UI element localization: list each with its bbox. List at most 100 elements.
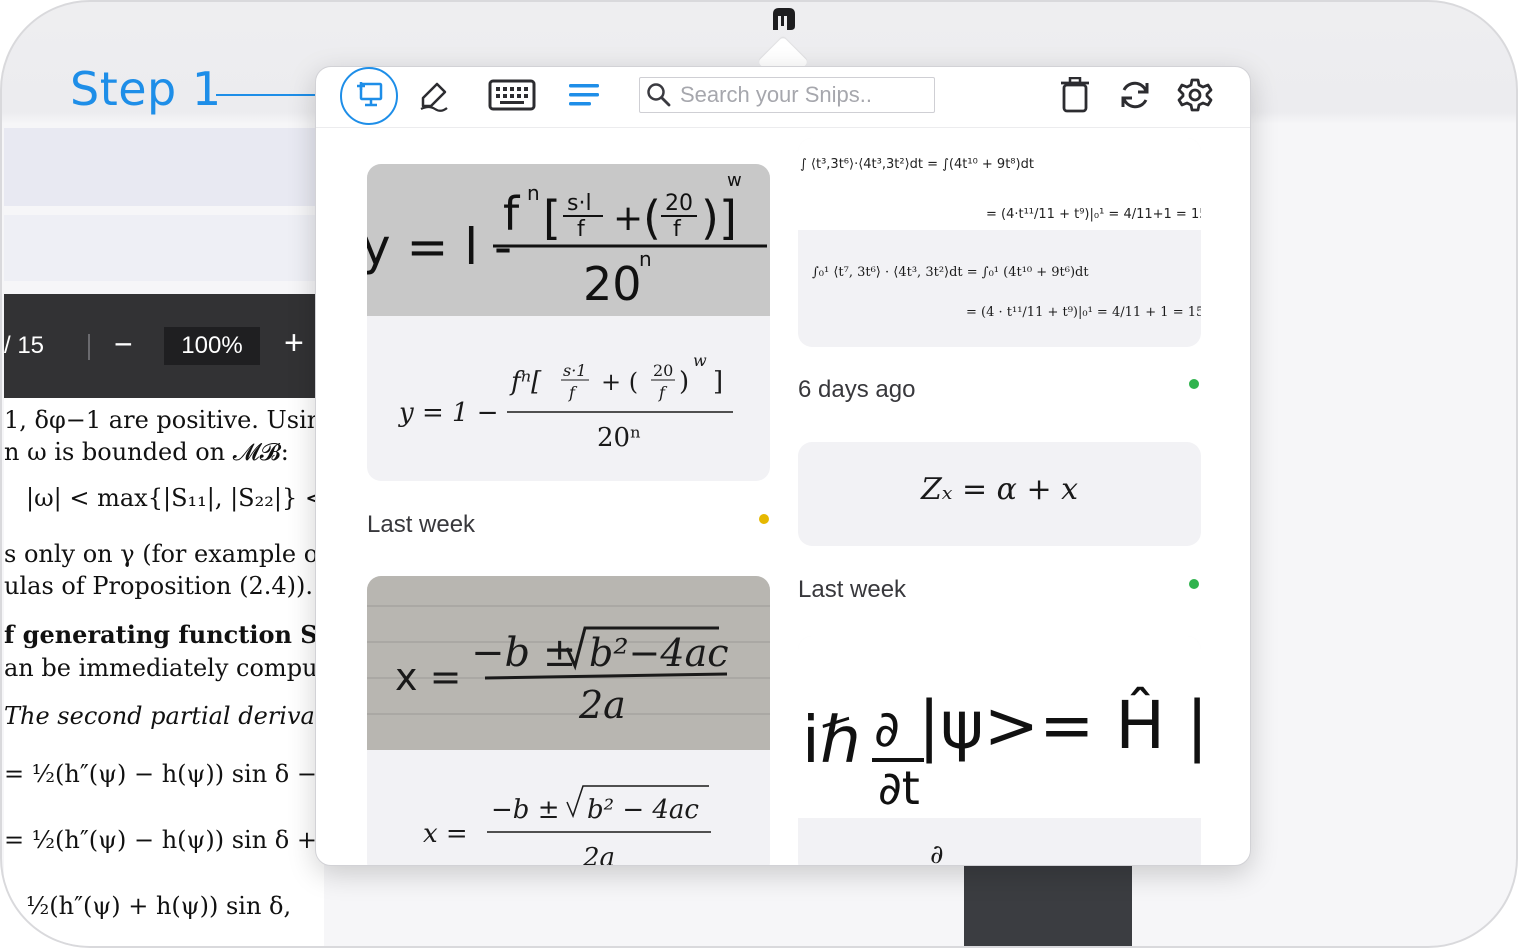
doc-equation-line: = ½(h″(ψ) − h(ψ)) sin δ + (4, 826, 317, 854)
keyboard-input-button[interactable] (486, 75, 538, 119)
svg-text:x =: x = (395, 655, 461, 699)
svg-text:s·l: s·l (567, 191, 592, 216)
svg-text:−b ±: −b ± (491, 795, 559, 825)
document-mode-button[interactable] (562, 75, 606, 119)
svg-text:20ⁿ: 20ⁿ (597, 423, 641, 453)
doc-text-line: an be immediately comput (4, 654, 328, 682)
svg-text:−b ±: −b ± (471, 630, 576, 676)
snip-card[interactable]: Zₓ = α + x (798, 442, 1201, 546)
keyboard-icon (488, 78, 536, 117)
background-window-block (964, 862, 1132, 946)
svg-text:fⁿ[: fⁿ[ (509, 367, 542, 397)
svg-text:f: f (503, 187, 521, 241)
settings-button[interactable] (1173, 75, 1217, 119)
pdf-toolbar: / 15 − 100% + (4, 294, 324, 398)
svg-text:iℏ: iℏ (802, 704, 860, 778)
doc-equation-line: ½(h″(ψ) + h(ψ)) sin δ, (26, 892, 292, 920)
mathpix-logo-icon[interactable] (766, 4, 802, 40)
svg-text:w: w (693, 351, 707, 370)
popover-toolbar (316, 67, 1250, 128)
snip-timestamp: Last week (798, 576, 907, 603)
svg-text:w: w (727, 170, 742, 191)
svg-text:20: 20 (583, 257, 642, 311)
snips-feed[interactable]: y = l - f n [ s·l f + ( 20 f )] w 20 n y… (316, 128, 1250, 866)
delete-button[interactable] (1053, 75, 1097, 119)
svg-text:+: + (613, 198, 643, 239)
settings-gear-icon (1177, 77, 1213, 118)
svg-text:= (4·t¹¹/11 + t⁹)|₀¹ = 4/11+1: = (4·t¹¹/11 + t⁹)|₀¹ = 4/11+1 = 15/11 (986, 207, 1201, 222)
svg-text:)]: )] (701, 191, 737, 245)
search-box[interactable] (639, 77, 935, 113)
svg-text:2a: 2a (582, 843, 615, 866)
svg-text:y = 1 −: y = 1 − (398, 398, 499, 428)
handwriting-button[interactable] (412, 75, 456, 119)
doc-subheader-bar (4, 215, 324, 281)
svg-text:∂: ∂ (874, 700, 900, 758)
snip-image-lhs: y = l - (367, 218, 512, 276)
snip-rendered-math: x = −b ± b² − 4ac 2a (367, 750, 770, 866)
snip-card[interactable]: iℏ ∂ ∂t |ψ>= Ĥ |ψ> ∂ (798, 636, 1201, 866)
snip-card[interactable]: y = l - f n [ s·l f + ( 20 f )] w 20 n y… (367, 164, 770, 481)
snip-card[interactable]: ∫ ⟨t³,3t⁶⟩·⟨4t³,3t²⟩dt = ∫(4t¹⁰ + 9t⁸)dt… (798, 138, 1201, 347)
doc-text-line: |ω| < max{|S₁₁|, |S₂₂|} < (26, 484, 325, 512)
svg-text:2a: 2a (578, 683, 626, 727)
snip-rendered-math: Zₓ = α + x (920, 472, 1079, 507)
snip-card[interactable]: x = −b ± b²−4ac 2a x = −b ± b² − 4ac 2a (367, 576, 770, 866)
svg-text:|ψ>= Ĥ |ψ>: |ψ>= Ĥ |ψ> (918, 686, 1201, 764)
refresh-icon (1118, 78, 1152, 117)
svg-text:20: 20 (665, 191, 693, 216)
zoom-in-button[interactable]: + (284, 324, 304, 363)
search-input[interactable] (678, 81, 922, 109)
search-icon (646, 82, 672, 108)
zoom-out-button[interactable]: − (114, 326, 133, 363)
doc-text-line: The second partial derivati (4, 702, 333, 730)
svg-text:]: ] (713, 367, 723, 397)
snip-rendered-math: ∂ (930, 840, 944, 866)
svg-text:x =: x = (423, 819, 468, 849)
refresh-button[interactable] (1113, 75, 1157, 119)
snip-rendered-math: y = 1 − fⁿ[ s·1 f + ( 20 f ) w ] 20ⁿ (367, 316, 770, 481)
snip-source-image: ∫ ⟨t³,3t⁶⟩·⟨4t³,3t²⟩dt = ∫(4t¹⁰ + 9t⁸)dt… (798, 138, 1201, 230)
svg-text:): ) (679, 367, 689, 397)
svg-text:(: ( (643, 191, 661, 245)
toolbar-divider (88, 334, 90, 360)
step-callout-label: Step 1 (70, 62, 222, 116)
svg-text:b²−4ac: b²−4ac (589, 631, 729, 675)
svg-text:∫₀¹ ⟨t⁷, 3t⁶⟩ · ⟨4t³, 3t²⟩dt =: ∫₀¹ ⟨t⁷, 3t⁶⟩ · ⟨4t³, 3t²⟩dt = ∫₀¹ (4t¹⁰… (812, 265, 1089, 280)
svg-text:∂t: ∂t (878, 761, 920, 815)
pdf-page: 1, δφ−1 are positive. Usin n ω is bounde… (4, 398, 332, 946)
snip-popover: y = l - f n [ s·l f + ( 20 f )] w 20 (315, 66, 1251, 866)
snip-timestamp: Last week (367, 511, 476, 538)
snip-source-image: iℏ ∂ ∂t |ψ>= Ĥ |ψ> (798, 636, 1201, 818)
snip-source-image: x = −b ± b²−4ac 2a (367, 576, 770, 750)
svg-text:f: f (577, 217, 586, 242)
doc-equation-line: = ½(h″(ψ) − h(ψ)) sin δ − (4, 760, 317, 788)
handwriting-pen-icon (417, 78, 451, 117)
svg-text:[: [ (543, 191, 561, 245)
snip-rendered-math: ∫₀¹ ⟨t⁷, 3t⁶⟩ · ⟨4t³, 3t²⟩dt = ∫₀¹ (4t¹⁰… (798, 230, 1201, 347)
screenshot-snip-icon (353, 78, 385, 115)
trash-icon (1060, 76, 1090, 118)
status-dot-green (1189, 379, 1199, 389)
svg-text:f: f (673, 217, 682, 242)
doc-text-line: ulas of Proposition (2.4)). (4, 572, 313, 600)
doc-text-line: 1, δφ−1 are positive. Usin (4, 406, 323, 434)
svg-text:s·1: s·1 (563, 361, 586, 380)
doc-header-bar (4, 128, 324, 206)
screenshot-snip-button[interactable] (340, 67, 398, 125)
step-callout-line (216, 94, 324, 96)
svg-text:b² − 4ac: b² − 4ac (587, 795, 699, 825)
zoom-level[interactable]: 100% (164, 327, 260, 365)
svg-text:n: n (527, 181, 540, 205)
doc-text-line: f generating function S (4, 620, 318, 649)
status-dot-yellow (759, 514, 769, 524)
snip-source-image: y = l - f n [ s·l f + ( 20 f )] w 20 n (367, 164, 770, 316)
svg-text:f: f (568, 383, 578, 402)
snip-timestamp: 6 days ago (798, 376, 916, 403)
doc-text-line: s only on γ (for example o (4, 540, 319, 568)
svg-text:+ (: + ( (601, 368, 638, 396)
status-dot-green (1189, 579, 1199, 589)
svg-text:n: n (639, 247, 652, 271)
svg-text:∫ ⟨t³,3t⁶⟩·⟨4t³,3t²⟩dt = ∫(4t: ∫ ⟨t³,3t⁶⟩·⟨4t³,3t²⟩dt = ∫(4t¹⁰ + 9t⁸)dt (800, 157, 1034, 172)
svg-text:20: 20 (653, 361, 673, 380)
